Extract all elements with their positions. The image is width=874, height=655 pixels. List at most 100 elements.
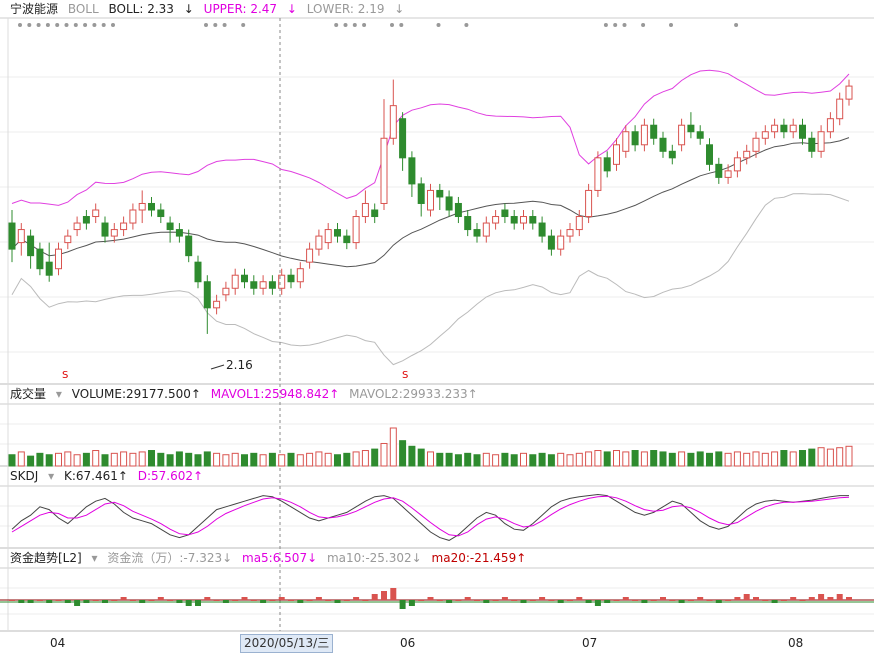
candle (73, 222, 81, 231)
fund-bar (278, 597, 285, 600)
fund-bar (557, 600, 564, 603)
fund-bar (669, 600, 676, 601)
volume-bar (306, 452, 314, 467)
ma10-value: ma10:-25.302↓ (326, 551, 422, 565)
ma20-value: ma20:-21.459↑ (431, 551, 527, 565)
fund-bar (222, 600, 229, 603)
volume-bar (120, 451, 128, 467)
volume-bar (603, 451, 611, 467)
signal-dot (73, 23, 78, 27)
fund-bar (260, 600, 267, 603)
candle (585, 189, 593, 218)
fund-bar (511, 600, 518, 601)
signal-dot (399, 23, 404, 27)
volume-bar (427, 451, 434, 467)
fund-header: 资金趋势[L2] ▾ 资金流（万）:-7.323↓ ma5:6.507↓ ma1… (10, 549, 532, 567)
volume-bar (520, 452, 527, 467)
candle (817, 131, 825, 152)
fund-bar (567, 600, 573, 601)
upper-value: UPPER: 2.47 (203, 2, 278, 16)
dropdown-icon[interactable]: ▾ (48, 469, 54, 483)
candle (129, 209, 137, 224)
fund-bar (539, 597, 546, 600)
signal-dot (204, 23, 208, 27)
fund-bar (36, 600, 43, 601)
candle (352, 216, 360, 244)
candle (733, 157, 741, 172)
candle (380, 137, 388, 204)
candle (371, 209, 379, 218)
dropdown-icon[interactable]: ▾ (92, 551, 98, 565)
fund-flow-value: 资金流（万）:-7.323↓ (107, 551, 233, 565)
volume-bar (706, 452, 713, 467)
axis-label-06: 06 (400, 636, 416, 650)
dropdown-icon[interactable]: ▾ (56, 387, 62, 401)
candle (213, 300, 221, 309)
fund-bar (102, 600, 108, 603)
fund-bar (594, 600, 601, 606)
volume-bar (510, 454, 518, 467)
volume-bar (640, 451, 648, 467)
volume-bar (594, 450, 602, 467)
volume-bar (408, 445, 416, 467)
arrow-down-icon: ↓ (286, 2, 297, 16)
volume-bar (8, 454, 16, 467)
sell-marker: S (62, 370, 69, 381)
volume-bar (231, 452, 239, 467)
fund-bar (846, 597, 852, 600)
volume-bar (808, 448, 816, 467)
volume-bar (715, 451, 723, 467)
candle (427, 189, 434, 211)
volume-bar (371, 448, 379, 467)
candle (259, 281, 267, 289)
candle (789, 124, 797, 133)
fund-bar (120, 597, 127, 600)
candle (343, 235, 351, 244)
signal-dot (334, 23, 339, 27)
fund-bar (381, 591, 387, 600)
candle (268, 281, 276, 289)
fund-bar (687, 600, 694, 601)
fund-bar (213, 600, 220, 601)
volume-bar (82, 452, 90, 467)
candle (101, 222, 109, 237)
fund-bar (697, 597, 704, 600)
signal-dot (18, 23, 22, 27)
candle (408, 157, 416, 185)
candle (203, 281, 211, 309)
fund-bar (725, 600, 732, 601)
volume-bar (845, 445, 853, 467)
indicator-name[interactable]: BOLL (68, 2, 99, 16)
signal-dot (352, 23, 357, 27)
fund-bar (818, 594, 825, 600)
candle (482, 222, 490, 237)
candle (631, 131, 639, 146)
fund-bar (288, 600, 294, 601)
volume-bar (473, 454, 481, 467)
volume-bar (538, 452, 546, 467)
fund-bar (464, 597, 471, 600)
volume-bar (203, 451, 211, 467)
fund-bar (241, 597, 248, 600)
volume-bar (817, 447, 825, 467)
volume-bar (659, 451, 667, 467)
signal-dot (241, 23, 246, 27)
cursor-date-label: 2020/05/13/三 (240, 634, 334, 653)
fund-bar (148, 600, 155, 601)
volume-bar (27, 455, 35, 467)
stock-chart[interactable] (0, 0, 874, 632)
fund-bar (808, 597, 815, 600)
signal-dot (641, 23, 646, 27)
volume-bar (250, 452, 258, 467)
volume-bar (399, 440, 407, 467)
fund-bar (762, 600, 769, 601)
volume-value: VOLUME:29177.500↑ (71, 387, 201, 401)
volume-bar (743, 452, 751, 467)
axis-label-08: 08 (788, 636, 804, 650)
fund-bar (362, 600, 369, 601)
arrow-down-icon: ↓ (394, 2, 405, 16)
candle (557, 235, 565, 250)
fund-bar (74, 600, 81, 606)
signal-dot (436, 23, 441, 27)
volume-bar (148, 450, 155, 467)
